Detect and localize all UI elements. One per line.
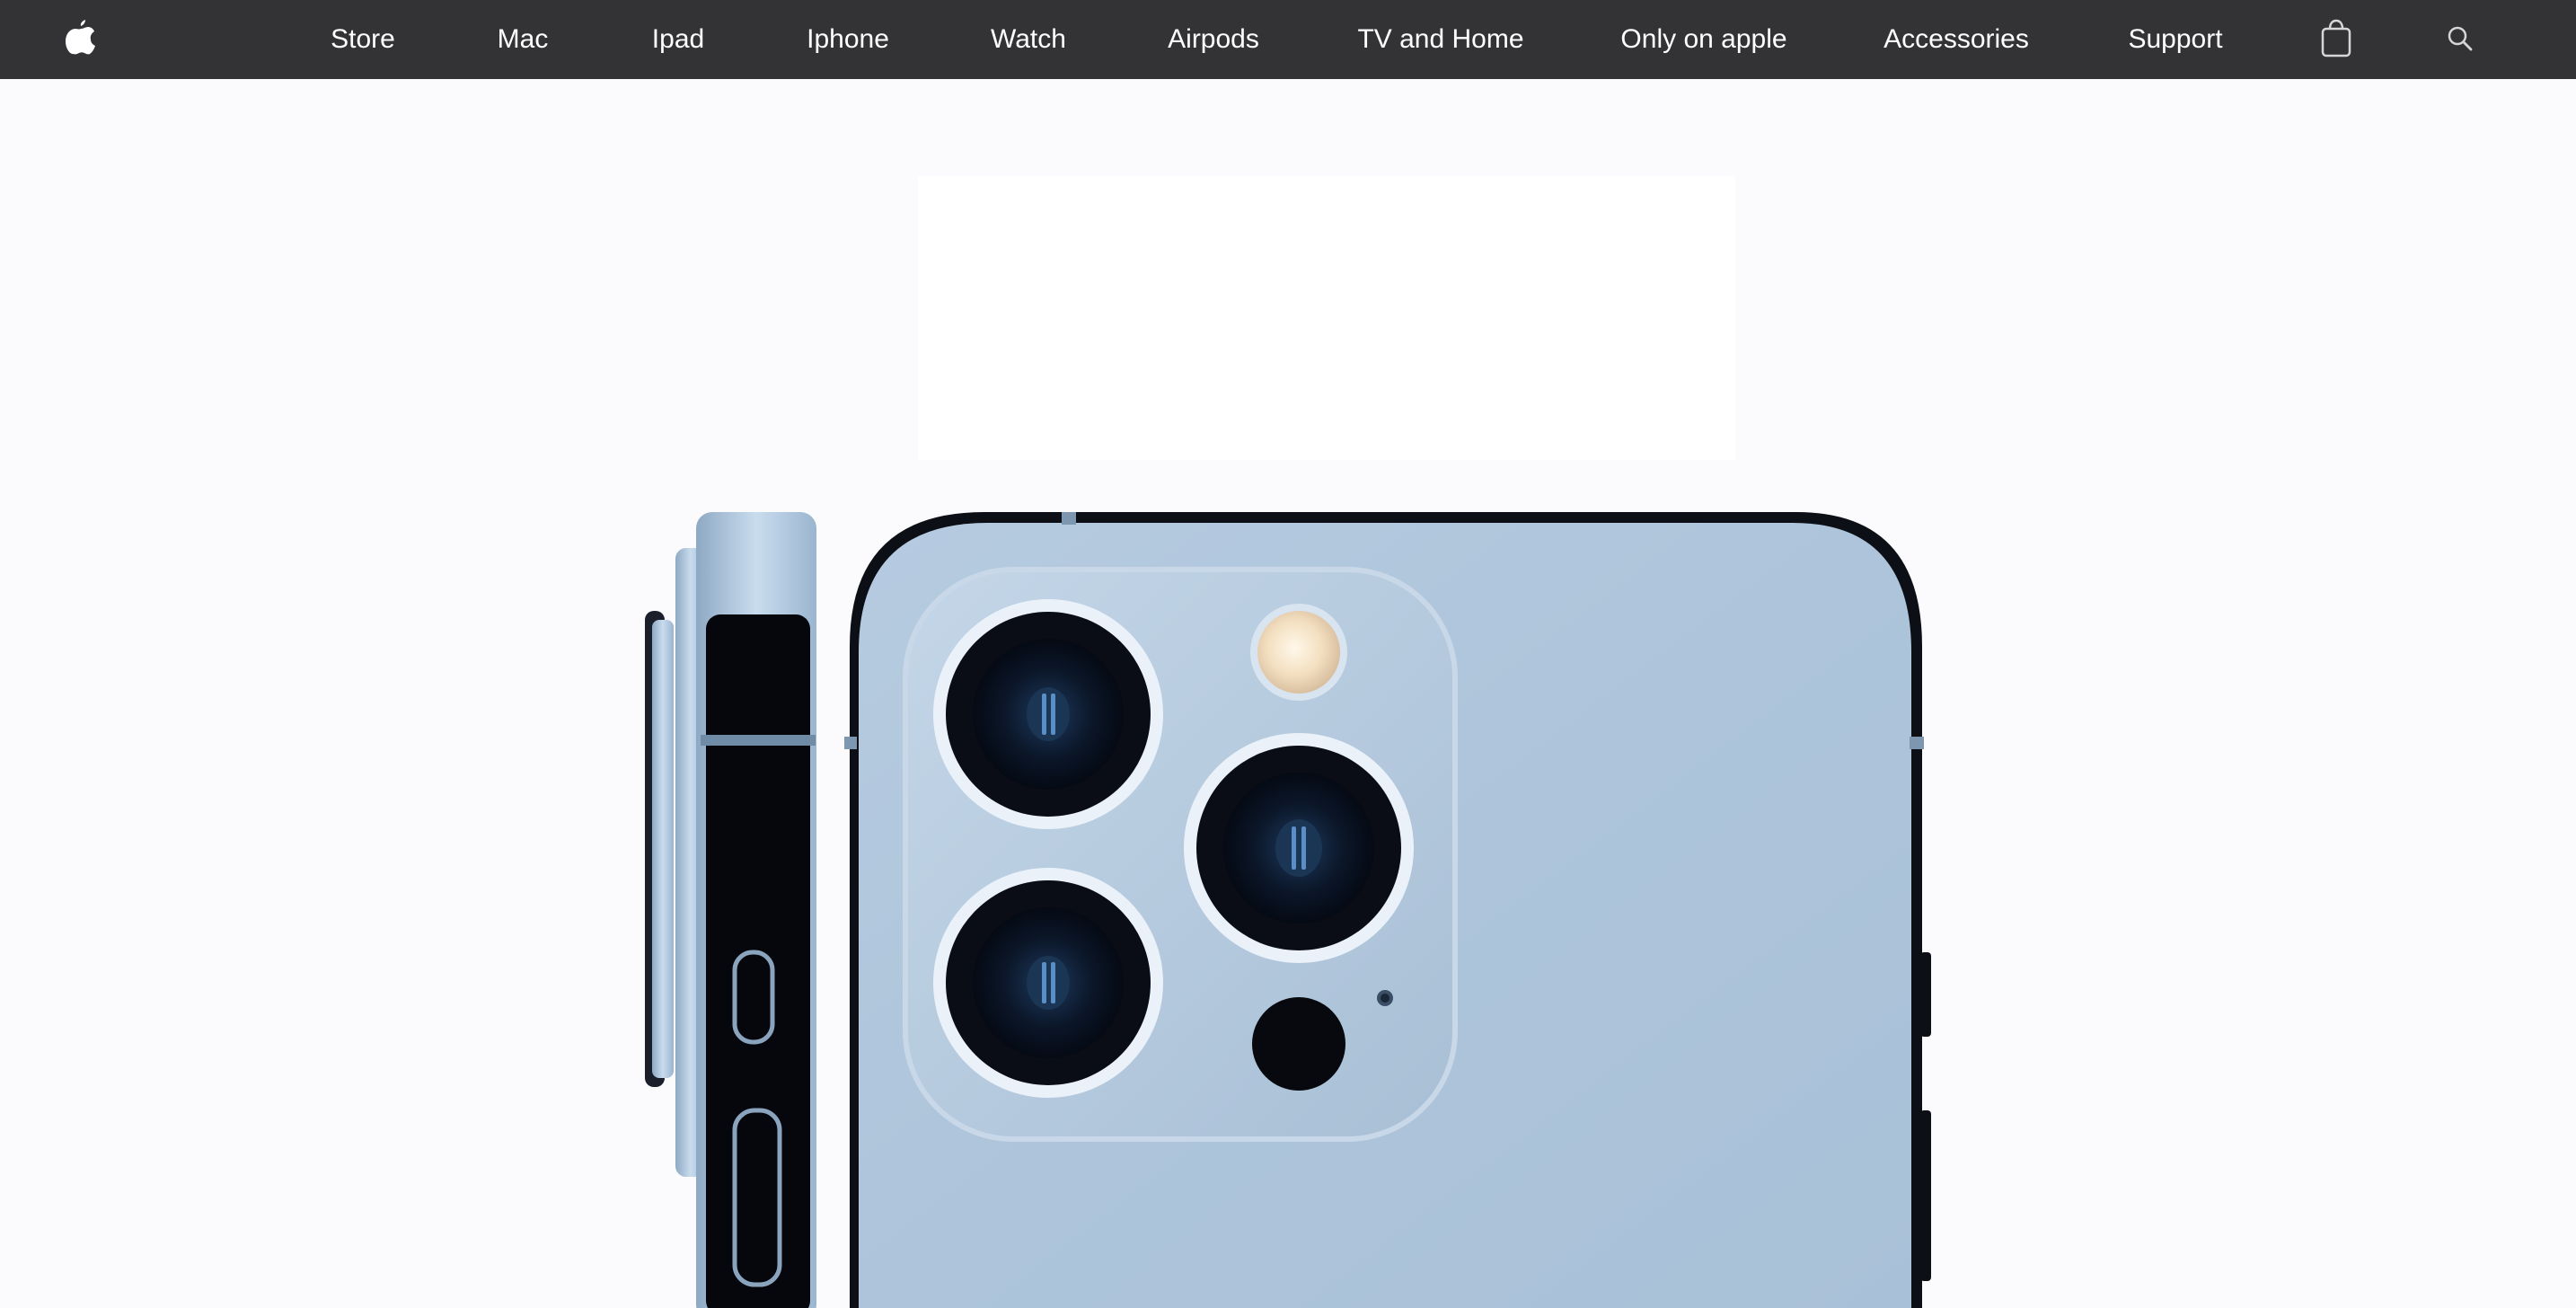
apple-logo-icon[interactable] — [65, 18, 97, 57]
nav-item-support[interactable]: Support — [2128, 0, 2222, 79]
shopping-bag-icon[interactable] — [2321, 18, 2351, 57]
iphone-hero-image — [645, 512, 1931, 1308]
nav-item-only-on-apple[interactable]: Only on apple — [1620, 0, 1786, 79]
nav-item-airpods[interactable]: Airpods — [1168, 0, 1259, 79]
nav-item-accessories[interactable]: Accessories — [1883, 0, 2029, 79]
global-nav: Store Mac Ipad Iphone Watch Airpods TV a… — [0, 0, 2576, 79]
nav-item-store[interactable]: Store — [331, 0, 395, 79]
nav-item-iphone[interactable]: Iphone — [807, 0, 889, 79]
nav-item-ipad[interactable]: Ipad — [652, 0, 704, 79]
search-icon[interactable] — [2447, 25, 2474, 52]
nav-item-watch[interactable]: Watch — [991, 0, 1066, 79]
iphone-back-view — [844, 512, 1931, 1308]
nav-item-tv-and-home[interactable]: TV and Home — [1357, 0, 1523, 79]
nav-item-mac[interactable]: Mac — [498, 0, 549, 79]
iphone-side-view — [645, 512, 816, 1308]
